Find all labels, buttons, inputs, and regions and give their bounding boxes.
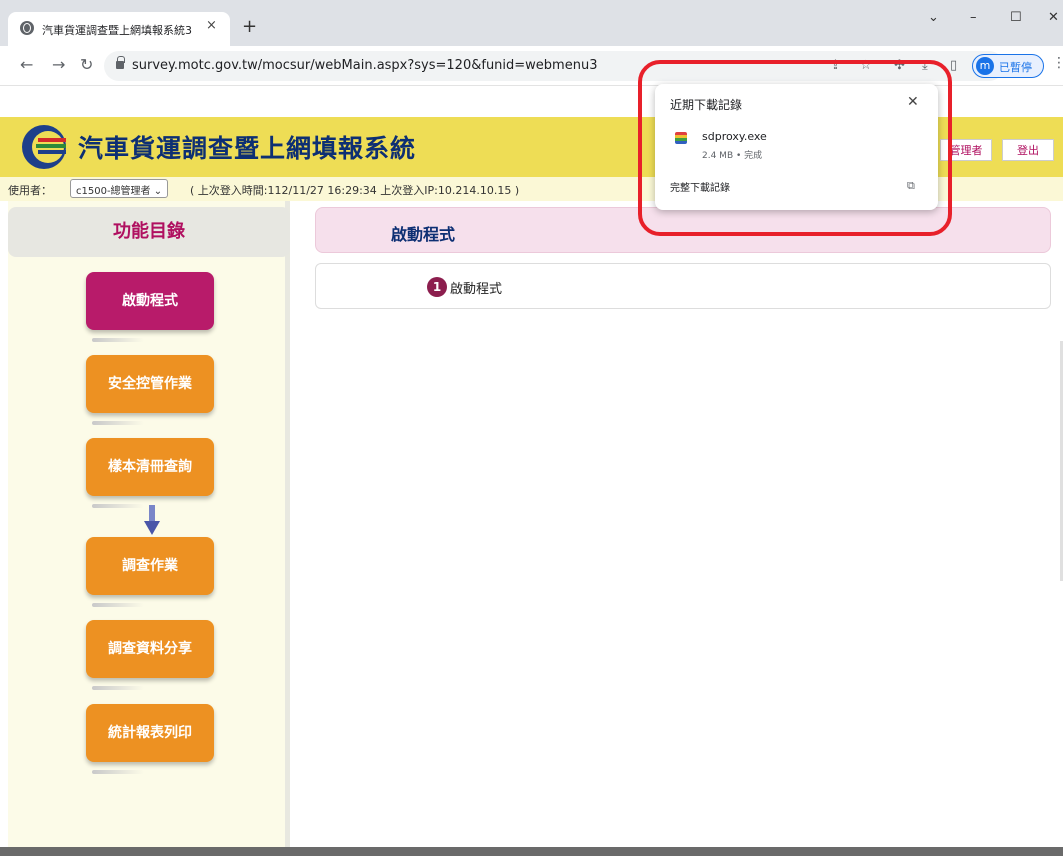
avatar: m xyxy=(976,57,994,75)
back-icon[interactable]: ← xyxy=(20,55,33,74)
maximize-icon[interactable]: ☐ xyxy=(1010,10,1022,25)
menu-sample-query[interactable]: 樣本清冊查詢 xyxy=(86,438,214,496)
step-box: 1 啟動程式 xyxy=(315,263,1051,309)
lock-icon xyxy=(116,56,125,69)
arrow-down-icon xyxy=(144,505,160,535)
menu-report-print[interactable]: 統計報表列印 xyxy=(86,704,214,762)
browser-tab[interactable]: 汽車貨運調查暨上網填報系統3 × xyxy=(8,12,230,46)
profile-button[interactable]: m 已暫停 xyxy=(972,54,1044,78)
sidebar-title: 功能目錄 xyxy=(8,207,290,257)
menu-security-control[interactable]: 安全控管作業 xyxy=(86,355,214,413)
menu-shadow xyxy=(92,504,144,508)
user-select[interactable]: c1500-總管理者 ⌄ xyxy=(70,179,169,198)
user-label: 使用者： xyxy=(8,184,52,197)
main-content: 啟動程式 1 啟動程式 xyxy=(300,201,1063,856)
bottom-bar xyxy=(0,847,1063,856)
step-number-badge: 1 xyxy=(427,277,447,297)
browser-tab-strip: 汽車貨運調查暨上網填報系統3 × + ⌄ – ☐ ✕ xyxy=(0,0,1063,46)
function-sidebar: 功能目錄 啟動程式 安全控管作業 樣本清冊查詢 調查作業 調查資料分享 統計報表… xyxy=(8,201,290,856)
minimize-icon[interactable]: – xyxy=(970,10,977,25)
reload-icon[interactable]: ↻ xyxy=(80,55,93,74)
step-start-program-link[interactable]: 啟動程式 xyxy=(450,278,502,297)
close-window-icon[interactable]: ✕ xyxy=(1048,10,1059,25)
globe-icon xyxy=(20,21,34,35)
last-login-info: ( 上次登入時間:112/11/27 16:29:34 上次登入IP:10.21… xyxy=(190,184,520,197)
more-menu-icon[interactable]: ⋮ xyxy=(1052,55,1063,71)
url-text: survey.motc.gov.tw/mocsur/webMain.aspx?s… xyxy=(132,58,598,73)
site-logo-icon xyxy=(22,125,66,169)
menu-shadow xyxy=(92,338,144,342)
red-highlight-annotation xyxy=(638,60,952,236)
logout-button[interactable]: 登出 xyxy=(1002,139,1054,161)
profile-status: 已暫停 xyxy=(999,61,1032,74)
new-tab-icon[interactable]: + xyxy=(242,16,257,37)
tab-search-icon[interactable]: ⌄ xyxy=(928,10,939,25)
forward-icon[interactable]: → xyxy=(52,55,65,74)
site-title: 汽車貨運調查暨上網填報系統 xyxy=(78,134,417,163)
menu-survey-work[interactable]: 調查作業 xyxy=(86,537,214,595)
menu-shadow xyxy=(92,603,144,607)
menu-shadow xyxy=(92,421,144,425)
menu-shadow xyxy=(92,770,144,774)
side-panel-icon[interactable]: ▯ xyxy=(950,58,957,73)
page-title: 啟動程式 xyxy=(391,225,456,244)
tab-close-icon[interactable]: × xyxy=(206,18,217,33)
menu-start-program[interactable]: 啟動程式 xyxy=(86,272,214,330)
menu-shadow xyxy=(92,686,144,690)
tab-title: 汽車貨運調查暨上網填報系統3 xyxy=(42,24,192,37)
menu-data-sharing[interactable]: 調查資料分享 xyxy=(86,620,214,678)
